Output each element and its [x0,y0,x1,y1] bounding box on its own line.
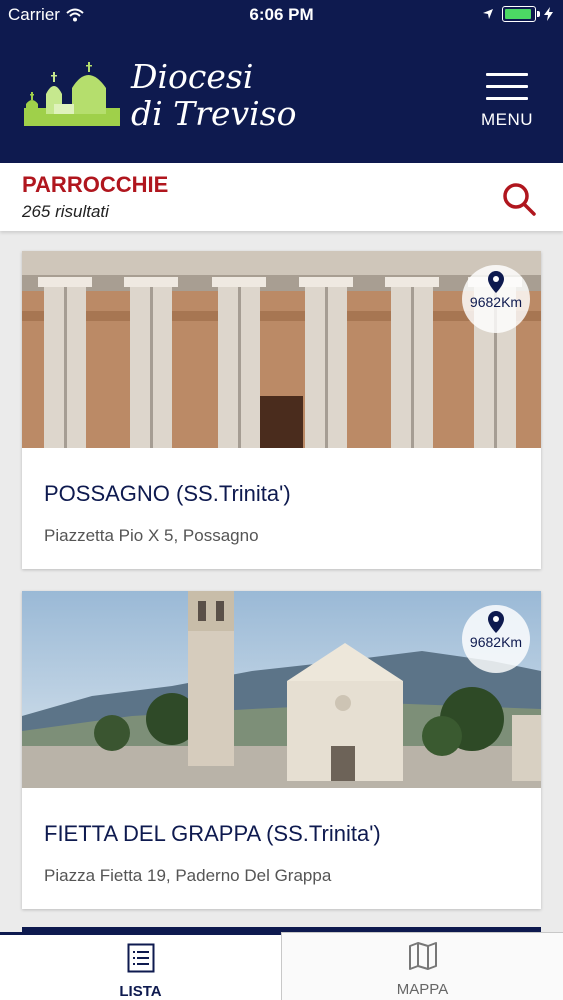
map-pin-icon [488,611,504,633]
parish-photo [22,251,541,448]
map-pin-icon [488,271,504,293]
distance-badge: 9682Km [462,265,530,333]
battery-level [505,9,531,19]
parish-name: FIETTA DEL GRAPPA (SS.Trinita') [44,821,381,846]
app-header: Carrier 6:06 PM Diocesi di Treviso MENU [0,0,563,163]
status-bar: Carrier 6:06 PM [0,0,563,30]
clock: 6:06 PM [249,5,314,24]
location-arrow-icon [483,9,493,19]
hamburger-icon [486,73,528,100]
parish-address: Piazza Fietta 19, Paderno Del Grappa [44,866,332,885]
tab-lista[interactable]: LISTA [0,932,281,1000]
map-icon [408,942,437,970]
charging-bolt-icon [544,7,553,21]
tab-lista-label: LISTA [119,983,162,1000]
brand-title: Diocesi di Treviso [131,58,296,132]
diocese-logo-icon [24,62,120,126]
results-count: 265 risultati [22,202,109,221]
search-icon[interactable] [501,181,537,217]
menu-button[interactable]: MENU [478,73,536,130]
parish-name: POSSAGNO (SS.Trinita') [44,481,291,506]
brand-line-1: Diocesi [131,57,254,96]
parish-card[interactable]: 9682Km FIETTA DEL GRAPPA (SS.Trinita') P… [22,591,541,909]
distance-badge: 9682Km [462,605,530,673]
list-icon [127,943,154,973]
distance-label: 9682Km [469,634,523,650]
parish-card[interactable]: 9682Km POSSAGNO (SS.Trinita') Piazzetta … [22,251,541,569]
battery-icon [502,6,540,22]
section-header: PARROCCHIE 265 risultati [0,163,563,231]
status-right [482,6,553,22]
menu-label: MENU [480,110,534,129]
section-title: PARROCCHIE [22,172,169,197]
parish-photo [22,591,541,788]
tab-mappa[interactable]: MAPPA [281,932,563,1000]
distance-label: 9682Km [469,294,523,310]
tab-bar: LISTA MAPPA [0,932,563,1000]
parish-address: Piazzetta Pio X 5, Possagno [44,526,259,545]
brand-line-2: di Treviso [131,94,297,133]
tab-mappa-label: MAPPA [396,981,449,998]
